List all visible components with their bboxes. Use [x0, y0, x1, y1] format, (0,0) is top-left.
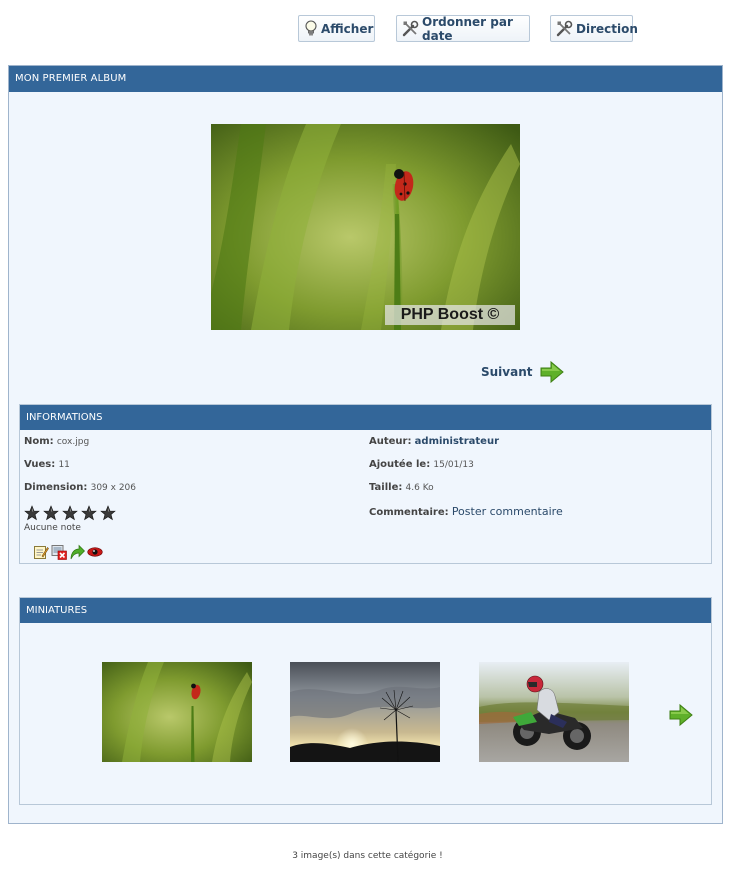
direction-button[interactable]: Direction	[550, 15, 638, 42]
dimension-label: Dimension:	[24, 482, 88, 493]
rating-note: Aucune note	[24, 523, 81, 533]
direction-label: Direction	[576, 21, 638, 36]
show-button[interactable]: Afficher	[298, 15, 375, 42]
author-label: Auteur:	[369, 436, 412, 447]
order-by-date-button[interactable]: Ordonner par date	[396, 14, 530, 43]
added-label: Ajoutée le:	[369, 459, 431, 470]
ladybug-thumbnail	[102, 662, 252, 762]
motorcycle-thumbnail	[479, 662, 629, 762]
name-value: cox.jpg	[56, 437, 90, 447]
miniatures-panel: MINIATURES	[19, 597, 712, 805]
image-count-footer: 3 image(s) dans cette catégorie !	[292, 851, 443, 861]
next-thumbnails-arrow-icon[interactable]	[668, 702, 694, 728]
move-icon[interactable]	[69, 544, 85, 560]
size-value: 4.6 Ko	[405, 483, 434, 493]
size-label: Taille:	[369, 482, 403, 493]
star-icon[interactable]	[62, 505, 78, 521]
tools-icon	[402, 20, 419, 38]
star-icon[interactable]	[43, 505, 59, 521]
informations-panel: INFORMATIONS Nom: cox.jpg Vues: 11 Dimen…	[19, 404, 712, 564]
star-icon[interactable]	[24, 505, 40, 521]
tools-icon	[556, 20, 573, 38]
ladybug-photo	[211, 124, 520, 330]
star-icon[interactable]	[81, 505, 97, 521]
name-label: Nom:	[24, 436, 54, 447]
next-photo-link[interactable]: Suivant	[481, 359, 565, 385]
star-icon[interactable]	[100, 505, 116, 521]
comment-field: Commentaire: Poster commentaire	[369, 505, 563, 518]
hide-icon[interactable]	[87, 544, 103, 560]
post-comment-link[interactable]: Poster commentaire	[452, 505, 563, 518]
dimension-value: 309 x 206	[90, 483, 137, 493]
order-label: Ordonner par date	[422, 14, 513, 43]
show-label: Afficher	[321, 21, 374, 36]
rating-stars	[24, 505, 116, 521]
author-link[interactable]: administrateur	[415, 436, 499, 447]
added-value: 15/01/13	[433, 460, 474, 470]
dimension-field: Dimension: 309 x 206	[24, 482, 136, 493]
next-label: Suivant	[481, 365, 533, 379]
lightbulb-icon	[304, 20, 318, 38]
author-field: Auteur: administrateur	[369, 436, 499, 447]
album-box: MON PREMIER ALBUM PHP Boost © Suivant IN…	[8, 65, 723, 824]
edit-icon[interactable]	[33, 544, 49, 560]
thumbnail-motorcycle[interactable]	[479, 662, 629, 762]
views-field: Vues: 11	[24, 459, 70, 470]
size-field: Taille: 4.6 Ko	[369, 482, 434, 493]
name-field: Nom: cox.jpg	[24, 436, 89, 447]
next-arrow-icon	[540, 360, 564, 384]
added-field: Ajoutée le: 15/01/13	[369, 459, 474, 470]
delete-icon[interactable]	[51, 544, 67, 560]
views-label: Vues:	[24, 459, 56, 470]
toolbar: Afficher Ordonner par date Direction	[0, 14, 735, 43]
informations-title: INFORMATIONS	[20, 405, 711, 430]
album-title: MON PREMIER ALBUM	[9, 66, 722, 92]
views-value: 11	[58, 460, 70, 470]
photo-actions	[33, 544, 103, 560]
thumbnail-ladybug[interactable]	[102, 662, 252, 762]
thumbnail-dandelion[interactable]	[290, 662, 440, 762]
main-photo[interactable]: PHP Boost ©	[211, 124, 520, 330]
photo-watermark: PHP Boost ©	[385, 305, 515, 325]
comment-label: Commentaire:	[369, 507, 449, 518]
miniatures-title: MINIATURES	[20, 598, 711, 623]
dandelion-sunset-thumbnail	[290, 662, 440, 762]
